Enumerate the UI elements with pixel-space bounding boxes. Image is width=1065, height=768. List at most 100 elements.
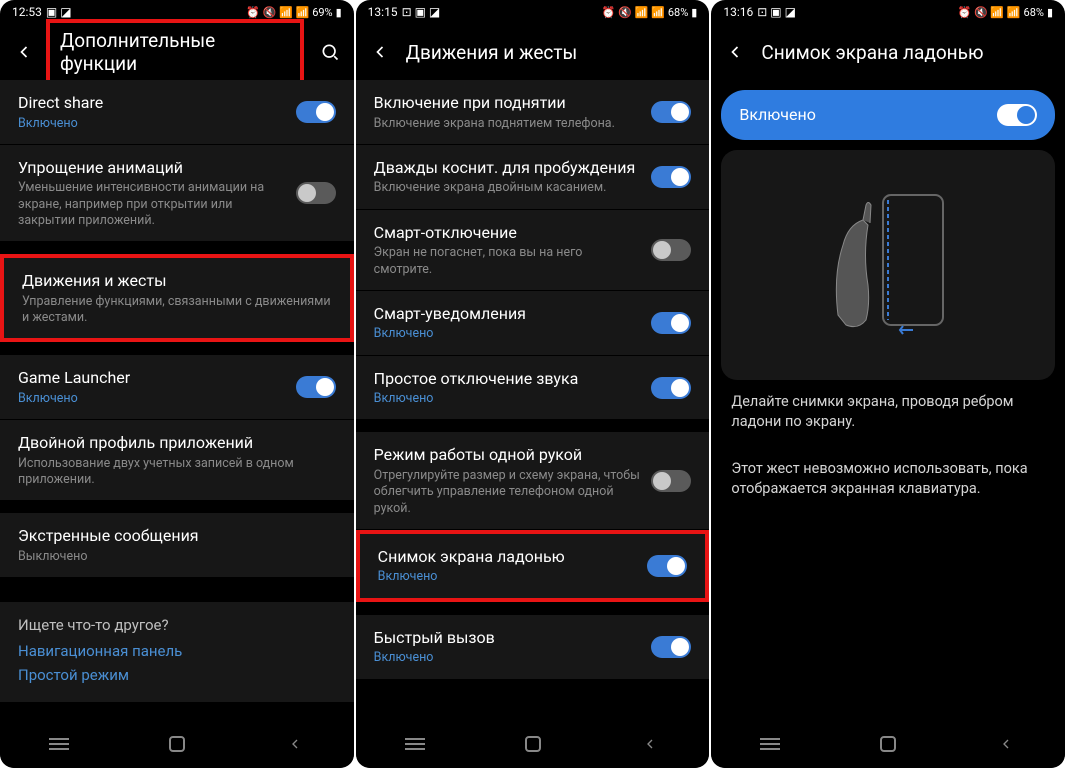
suggestion-link[interactable]: Простой режим bbox=[18, 666, 336, 684]
settings-row[interactable]: Быстрый вызов Включено bbox=[356, 615, 710, 679]
row-subtitle: Управление функциями, связанными с движе… bbox=[22, 294, 332, 327]
settings-row[interactable]: Смарт-уведомления Включено bbox=[356, 291, 710, 355]
description-1: Делайте снимки экрана, проводя ребром ла… bbox=[711, 390, 1065, 435]
toggle-switch[interactable] bbox=[651, 101, 691, 123]
settings-row[interactable]: Двойной профиль приложений Использование… bbox=[0, 420, 354, 500]
status-battery: 68% bbox=[668, 6, 688, 19]
toggle-switch[interactable] bbox=[296, 101, 336, 123]
settings-row[interactable]: Режим работы одной рукой Отрегулируйте р… bbox=[356, 432, 710, 528]
toggle-switch[interactable] bbox=[651, 166, 691, 188]
status-icons-right: ⏰ 🔇 📶 📶 69% ▮ bbox=[246, 6, 341, 19]
row-subtitle: Включено bbox=[374, 326, 642, 342]
status-battery: 69% bbox=[312, 6, 332, 19]
app-bar: Снимок экрана ладонью bbox=[711, 24, 1065, 80]
row-title: Direct share bbox=[18, 92, 286, 114]
phone-screen-3: 13:16 ⊡ ▣ ◪ ⏰ 🔇 📶 📶 68% ▮ Снимок экрана … bbox=[711, 0, 1065, 768]
app-bar: Движения и жесты bbox=[356, 24, 710, 80]
row-subtitle: Выключено bbox=[18, 549, 336, 565]
row-title: Game Launcher bbox=[18, 367, 286, 389]
nav-bar bbox=[0, 720, 354, 768]
row-title: Упрощение анимаций bbox=[18, 157, 286, 179]
status-bar: 13:15 ⊡ ▣ ◪ ⏰ 🔇 📶 📶 68% ▮ bbox=[356, 0, 710, 24]
status-bar: 13:16 ⊡ ▣ ◪ ⏰ 🔇 📶 📶 68% ▮ bbox=[711, 0, 1065, 24]
settings-row[interactable]: Включение при поднятии Включение экрана … bbox=[356, 80, 710, 144]
status-time: 13:15 bbox=[368, 5, 398, 19]
toggle-switch[interactable] bbox=[651, 470, 691, 492]
back-nav-button[interactable] bbox=[976, 729, 1036, 759]
description-2: Этот жест невозможно использовать, пока … bbox=[711, 457, 1065, 502]
page-title: Движения и жесты bbox=[406, 41, 698, 64]
home-button[interactable] bbox=[147, 729, 207, 759]
recents-button[interactable] bbox=[29, 729, 89, 759]
row-title: Дважды коснит. для пробуждения bbox=[374, 157, 642, 179]
recents-button[interactable] bbox=[740, 729, 800, 759]
gesture-illustration bbox=[721, 150, 1055, 380]
nav-bar bbox=[711, 720, 1065, 768]
search-button[interactable] bbox=[318, 40, 341, 64]
master-toggle-row[interactable]: Включено bbox=[721, 90, 1055, 140]
row-title: Включение при поднятии bbox=[374, 92, 642, 114]
toggle-switch[interactable] bbox=[651, 239, 691, 261]
status-icons-left: ⊡ ▣ ◪ bbox=[402, 5, 441, 19]
row-subtitle: Включено bbox=[18, 391, 286, 407]
status-icons-right: ⏰ 🔇 📶 📶 68% ▮ bbox=[958, 6, 1053, 19]
back-button[interactable] bbox=[12, 40, 36, 64]
home-button[interactable] bbox=[858, 729, 918, 759]
toggle-switch[interactable] bbox=[296, 182, 336, 204]
suggestions-box: Ищете что-то другое? Навигационная панель… bbox=[0, 602, 354, 702]
row-title: Быстрый вызов bbox=[374, 627, 642, 649]
master-toggle[interactable] bbox=[997, 104, 1037, 126]
row-subtitle: Включение экрана двойным касанием. bbox=[374, 180, 642, 196]
row-subtitle: Включено bbox=[374, 391, 642, 407]
row-title: Смарт-отключение bbox=[374, 222, 642, 244]
row-subtitle: Использование двух учетных записей в одн… bbox=[18, 456, 336, 489]
back-button[interactable] bbox=[368, 40, 392, 64]
row-title: Смарт-уведомления bbox=[374, 303, 642, 325]
toggle-switch[interactable] bbox=[647, 555, 687, 577]
page-title: Дополнительные функции bbox=[60, 29, 215, 75]
row-subtitle: Уменьшение интенсивности анимации на экр… bbox=[18, 180, 286, 229]
row-subtitle: Включено bbox=[378, 569, 638, 585]
row-title: Режим работы одной рукой bbox=[374, 444, 642, 466]
row-subtitle: Экран не погаснет, пока вы на него смотр… bbox=[374, 245, 642, 278]
settings-row[interactable]: Смарт-отключение Экран не погаснет, пока… bbox=[356, 210, 710, 290]
toggle-switch[interactable] bbox=[296, 376, 336, 398]
status-icons-left: ⊡ ▣ ◪ bbox=[757, 5, 796, 19]
status-icons-right: ⏰ 🔇 📶 📶 68% ▮ bbox=[602, 6, 697, 19]
back-button[interactable] bbox=[723, 40, 747, 64]
toggle-switch[interactable] bbox=[651, 636, 691, 658]
app-bar: Дополнительные функции bbox=[0, 24, 354, 80]
row-title: Простое отключение звука bbox=[374, 368, 642, 390]
nav-bar bbox=[356, 720, 710, 768]
back-nav-button[interactable] bbox=[265, 729, 325, 759]
row-subtitle: Включено bbox=[374, 650, 642, 666]
settings-row[interactable]: Простое отключение звука Включено bbox=[356, 356, 710, 420]
toggle-switch[interactable] bbox=[651, 312, 691, 334]
settings-row[interactable]: Game Launcher Включено bbox=[0, 355, 354, 419]
settings-row[interactable]: Упрощение анимаций Уменьшение интенсивно… bbox=[0, 145, 354, 241]
status-battery: 68% bbox=[1024, 6, 1044, 19]
row-title: Движения и жесты bbox=[22, 270, 332, 292]
row-subtitle: Включение экрана поднятием телефона. bbox=[374, 116, 642, 132]
settings-row[interactable]: Снимок экрана ладонью Включено bbox=[356, 530, 710, 602]
back-nav-button[interactable] bbox=[620, 729, 680, 759]
row-title: Двойной профиль приложений bbox=[18, 432, 336, 454]
settings-row[interactable]: Direct share Включено bbox=[0, 80, 354, 144]
suggestion-link[interactable]: Навигационная панель bbox=[18, 642, 336, 660]
toggle-switch[interactable] bbox=[651, 377, 691, 399]
settings-row[interactable]: Движения и жесты Управление функциями, с… bbox=[0, 254, 354, 342]
settings-row[interactable]: Экстренные сообщения Выключено bbox=[0, 513, 354, 577]
status-time: 12:53 bbox=[12, 5, 42, 19]
row-subtitle: Отрегулируйте размер и схему экрана, что… bbox=[374, 468, 642, 517]
settings-row[interactable]: Дважды коснит. для пробуждения Включение… bbox=[356, 145, 710, 209]
settings-list: Включение при поднятии Включение экрана … bbox=[356, 80, 710, 720]
settings-list: Direct share Включено Упрощение анимаций… bbox=[0, 80, 354, 720]
row-title: Экстренные сообщения bbox=[18, 525, 336, 547]
title-highlight-box: Дополнительные функции bbox=[46, 19, 304, 85]
recents-button[interactable] bbox=[385, 729, 445, 759]
home-button[interactable] bbox=[503, 729, 563, 759]
phone-screen-2: 13:15 ⊡ ▣ ◪ ⏰ 🔇 📶 📶 68% ▮ Движения и жес… bbox=[356, 0, 710, 768]
status-time: 13:16 bbox=[723, 5, 753, 19]
status-icons-left: ▣ ◪ bbox=[46, 5, 72, 19]
suggestions-title: Ищете что-то другое? bbox=[18, 616, 336, 634]
